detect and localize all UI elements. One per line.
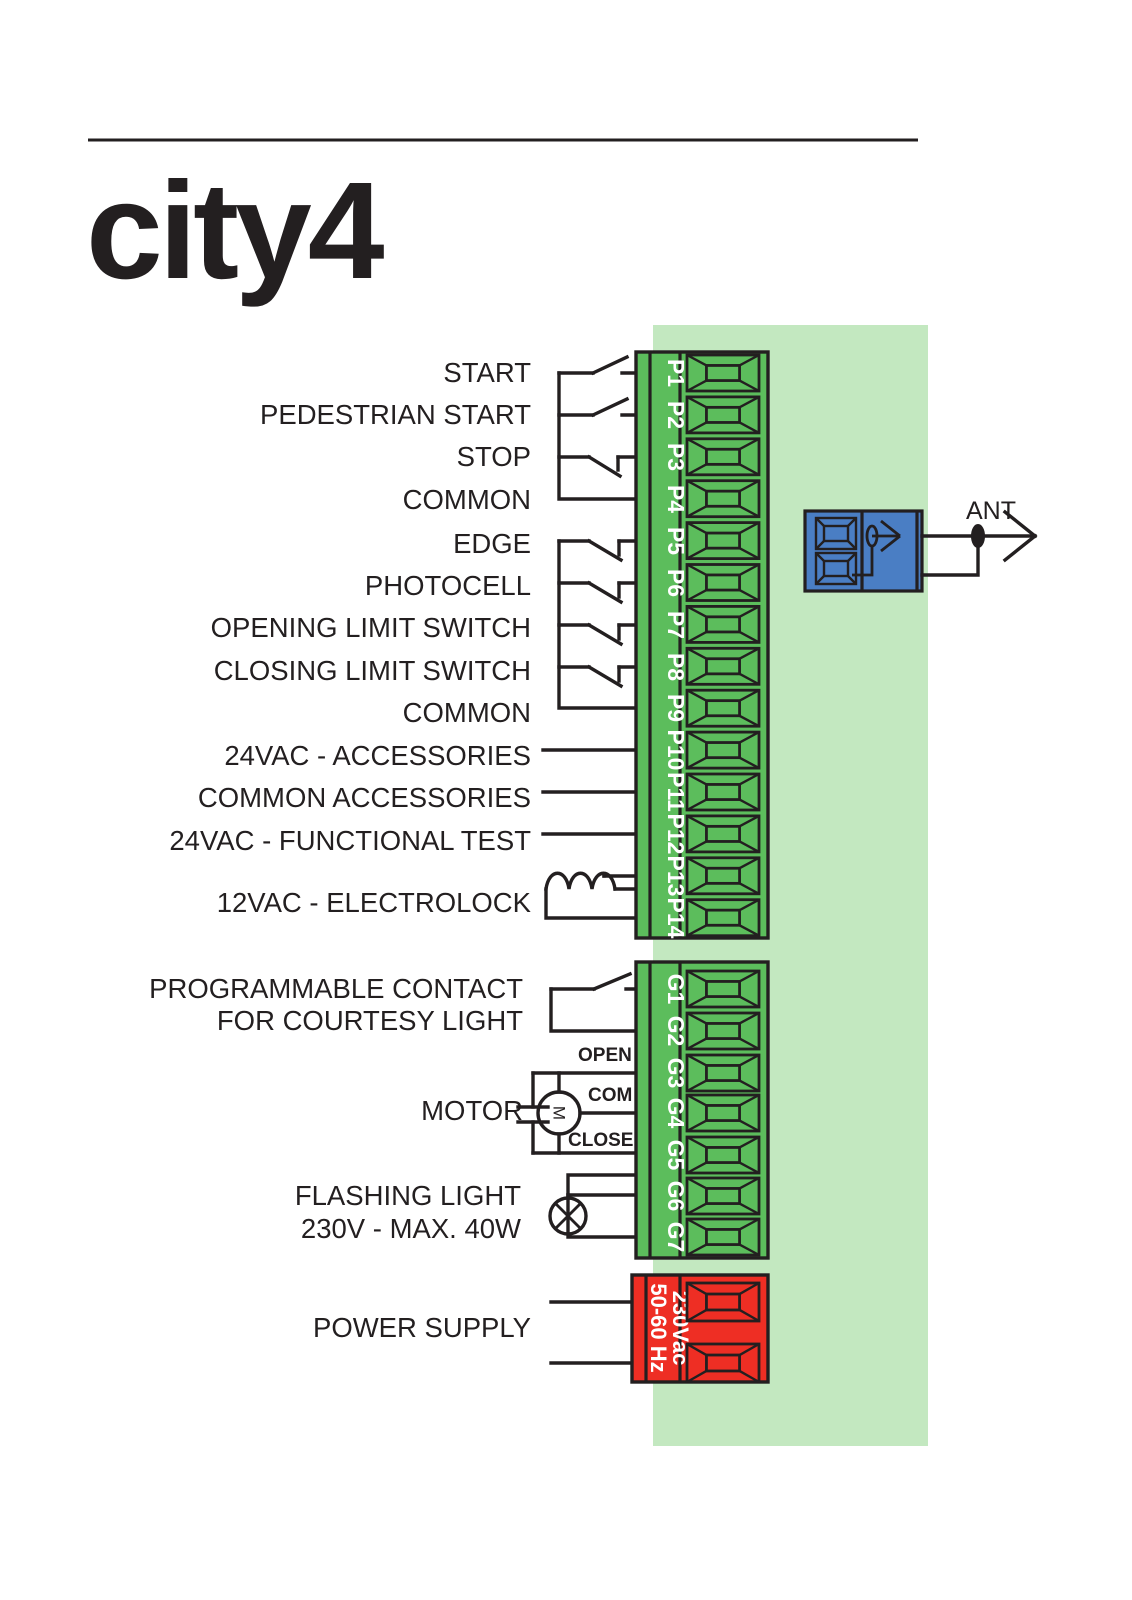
wiring-accessory-leads <box>541 748 647 836</box>
power-rating-line-2: 50-60 Hz <box>646 1283 671 1372</box>
product-logo: city4 <box>86 154 385 308</box>
terminal-id-G4: G4 <box>663 1098 689 1129</box>
terminal-id-P6: P6 <box>663 569 689 597</box>
terminal-id-P8: P8 <box>663 653 689 681</box>
wiring-flashing-light <box>548 1173 647 1239</box>
motor-lead-label-open: OPEN <box>578 1045 632 1066</box>
wiring-motor: M OPEN COM CLOSE <box>516 1045 647 1155</box>
terminal-id-P5: P5 <box>663 527 689 555</box>
label-flashing-light-line1: FLASHING LIGHT <box>295 1180 521 1211</box>
terminal-id-P12: P12 <box>663 814 689 855</box>
label-flashing-light-line2: 230V - MAX. 40W <box>301 1213 521 1244</box>
diagram-sheet: city4 START PEDESTRIAN START STOP COMMON… <box>0 0 1132 1600</box>
terminal-id-G2: G2 <box>663 1016 689 1047</box>
low-voltage-labels: START PEDESTRIAN START STOP COMMON EDGE … <box>169 357 531 918</box>
terminal-id-G1: G1 <box>663 974 689 1005</box>
wiring-programmable-contact <box>549 971 647 1033</box>
motor-lead-label-close: CLOSE <box>568 1130 633 1151</box>
label-P3: STOP <box>457 441 531 472</box>
terminal-id-P10: P10 <box>663 730 689 771</box>
wiring-diagram: city4 START PEDESTRIAN START STOP COMMON… <box>86 138 1038 1446</box>
motor-group-labels: PROGRAMMABLE CONTACT FOR COURTESY LIGHT … <box>149 973 523 1244</box>
label-P5: EDGE <box>453 528 531 559</box>
wiring-electrolock-coil <box>544 871 647 920</box>
terminal-id-G6: G6 <box>663 1181 689 1212</box>
terminal-id-G3: G3 <box>663 1058 689 1089</box>
label-P11: COMMON ACCESSORIES <box>198 782 531 813</box>
label-power-supply: POWER SUPPLY <box>313 1312 531 1343</box>
label-programmable-contact-line1: PROGRAMMABLE CONTACT <box>149 973 523 1004</box>
antenna-connector[interactable]: ANT <box>803 497 1038 593</box>
terminal-id-P3: P3 <box>663 443 689 471</box>
terminal-id-G5: G5 <box>663 1140 689 1171</box>
label-P4: COMMON <box>403 484 531 515</box>
label-P13: 12VAC - ELECTROLOCK <box>217 887 532 918</box>
antenna-label: ANT <box>966 497 1016 525</box>
terminal-id-P2: P2 <box>663 401 689 429</box>
terminal-id-P14: P14 <box>663 898 689 939</box>
label-P2: PEDESTRIAN START <box>260 399 531 430</box>
wiring-safety-group <box>557 538 647 710</box>
terminal-id-P1: P1 <box>663 359 689 387</box>
terminal-id-P9: P9 <box>663 694 689 722</box>
terminal-id-P4: P4 <box>663 485 689 513</box>
label-P9: COMMON <box>403 697 531 728</box>
terminal-id-P7: P7 <box>663 611 689 639</box>
motor-terminal-ids: G1 G2 G3 G4 G5 G6 G7 <box>663 974 689 1253</box>
terminal-id-G7: G7 <box>663 1222 689 1253</box>
wiring-start-stop-group <box>557 354 647 501</box>
motor-symbol-letter: M <box>550 1106 569 1120</box>
antenna-node-dot <box>971 524 985 548</box>
label-P1: START <box>443 357 531 388</box>
label-P6: PHOTOCELL <box>365 570 531 601</box>
label-P10: 24VAC - ACCESSORIES <box>224 740 531 771</box>
wiring-power-supply <box>549 1300 638 1365</box>
label-P8: CLOSING LIMIT SWITCH <box>214 655 531 686</box>
label-P7: OPENING LIMIT SWITCH <box>211 612 531 643</box>
label-motor: MOTOR <box>421 1095 523 1126</box>
terminal-id-P11: P11 <box>663 772 689 812</box>
label-programmable-contact-line2: FOR COURTESY LIGHT <box>217 1005 523 1036</box>
motor-lead-label-com: COM <box>588 1085 632 1106</box>
label-P12: 24VAC - FUNCTIONAL TEST <box>169 825 531 856</box>
terminal-id-P13: P13 <box>663 856 689 897</box>
